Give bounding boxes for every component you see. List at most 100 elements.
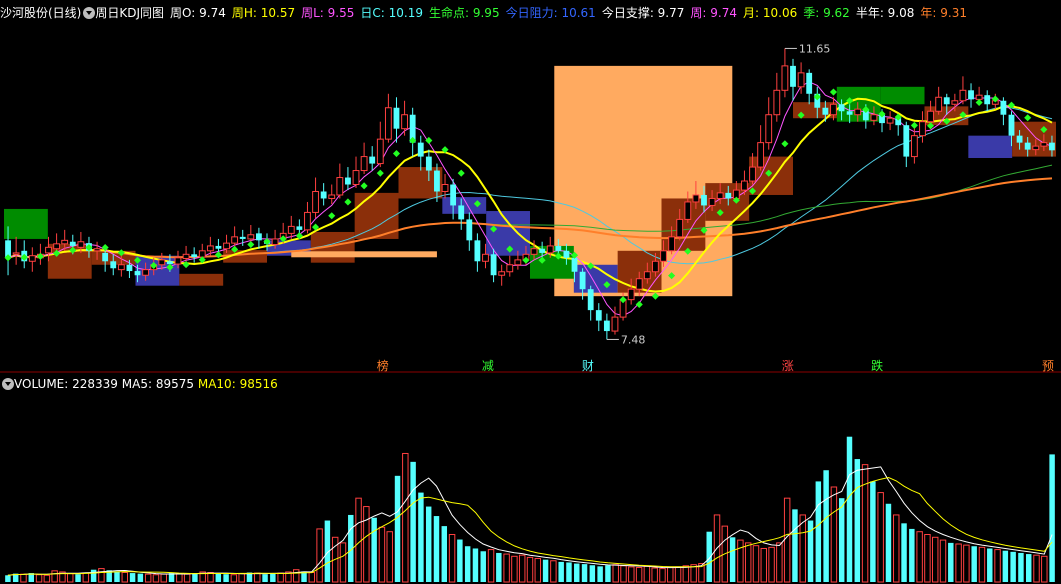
volume-bar xyxy=(916,531,923,583)
candle-body xyxy=(434,170,440,192)
volume-bar xyxy=(823,470,829,582)
candle-body xyxy=(490,254,497,276)
low-label: 7.48 xyxy=(621,333,646,346)
candle-body xyxy=(903,125,910,157)
candle-body xyxy=(943,97,950,105)
volume-bar xyxy=(425,506,432,582)
volume-bar xyxy=(98,568,105,583)
candle-body xyxy=(328,194,336,199)
candle-body xyxy=(182,253,190,259)
candle-body xyxy=(749,166,756,182)
candle-body xyxy=(846,111,853,115)
volume-bar xyxy=(496,552,502,582)
candle-body xyxy=(595,310,602,321)
volume-bar xyxy=(924,534,931,583)
candle-body xyxy=(587,289,594,311)
volume-bar xyxy=(418,492,424,582)
candle-body xyxy=(838,104,845,112)
volume-bar xyxy=(464,546,471,582)
volume-bar xyxy=(487,549,495,583)
volume-bar xyxy=(316,528,323,583)
candle-body xyxy=(773,89,781,116)
candle-body xyxy=(701,194,707,206)
volume-bar xyxy=(371,517,377,582)
volume-bar xyxy=(550,560,557,583)
week-box xyxy=(661,198,706,251)
week-box xyxy=(179,273,224,286)
candle-body xyxy=(692,194,700,203)
volume-bar xyxy=(566,562,572,582)
volume-bar xyxy=(90,569,97,582)
volume-chart[interactable] xyxy=(0,384,1061,584)
candle-body xyxy=(757,142,765,168)
candle-body xyxy=(716,192,724,199)
volume-bar xyxy=(192,573,198,582)
week-box xyxy=(4,208,48,239)
volume-bar xyxy=(776,542,783,583)
volume-bar xyxy=(176,573,183,583)
candle-body xyxy=(77,241,85,248)
volume-bar xyxy=(978,546,986,583)
volume-bar xyxy=(861,464,869,583)
candle-body xyxy=(45,246,52,254)
volume-bar xyxy=(238,573,245,583)
volume-bar xyxy=(1010,551,1016,582)
candle-body xyxy=(797,72,805,88)
volume-bar xyxy=(643,565,651,583)
volume-bar xyxy=(597,566,603,582)
volume-bar xyxy=(558,561,564,582)
volume-bar xyxy=(870,481,876,582)
price-chart[interactable]: 11.65 7.48 榜 减 财 涨 跌 预 xyxy=(0,0,1061,375)
volume-bar xyxy=(1033,554,1040,583)
candle-body xyxy=(927,110,934,123)
candle-body xyxy=(134,271,141,276)
trail-dot xyxy=(975,98,983,107)
volume-bar xyxy=(659,568,666,583)
volume-bar xyxy=(363,506,370,583)
candle-body xyxy=(806,72,813,94)
volume-bar xyxy=(885,503,892,582)
candle-body xyxy=(352,170,360,186)
candle-body xyxy=(482,253,489,262)
candle-body xyxy=(158,259,166,266)
volume-bar xyxy=(752,545,760,583)
volume-bar xyxy=(931,536,939,583)
candle-body xyxy=(822,107,829,115)
candle-body xyxy=(296,226,303,230)
trail-dot xyxy=(1024,114,1032,122)
candle-body xyxy=(571,257,578,272)
volume-bar xyxy=(815,481,822,582)
volume-bar xyxy=(480,551,486,582)
volume-bar xyxy=(744,542,752,583)
candle-body xyxy=(684,201,692,220)
candle-body xyxy=(287,225,295,234)
candle-body xyxy=(384,107,392,140)
candle-body xyxy=(830,103,837,116)
candle-body xyxy=(376,138,384,165)
candle-body xyxy=(126,264,133,272)
candle-body xyxy=(1040,142,1048,147)
candle-body xyxy=(206,245,214,252)
volume-bar xyxy=(893,514,900,583)
candle-body xyxy=(765,114,773,144)
candle-body xyxy=(676,218,684,238)
day-marker: 减 xyxy=(482,359,494,373)
day-marker: 财 xyxy=(582,359,594,373)
candle-body xyxy=(255,233,262,241)
day-marker: 跌 xyxy=(871,358,883,373)
volume-bar xyxy=(792,509,798,582)
candle-body xyxy=(968,90,974,100)
trail-dot xyxy=(182,261,190,269)
volume-bar xyxy=(635,566,643,583)
volume-bar xyxy=(511,555,518,583)
candle-body xyxy=(530,248,538,255)
volume-bar xyxy=(378,526,386,583)
candle-body xyxy=(563,250,570,258)
volume-bar xyxy=(971,546,977,582)
candle-body xyxy=(708,197,716,206)
volume-bar xyxy=(534,558,542,583)
volume-bar xyxy=(160,573,167,583)
candle-body xyxy=(53,243,61,250)
volume-bar xyxy=(144,573,152,583)
candle-body xyxy=(360,156,368,172)
